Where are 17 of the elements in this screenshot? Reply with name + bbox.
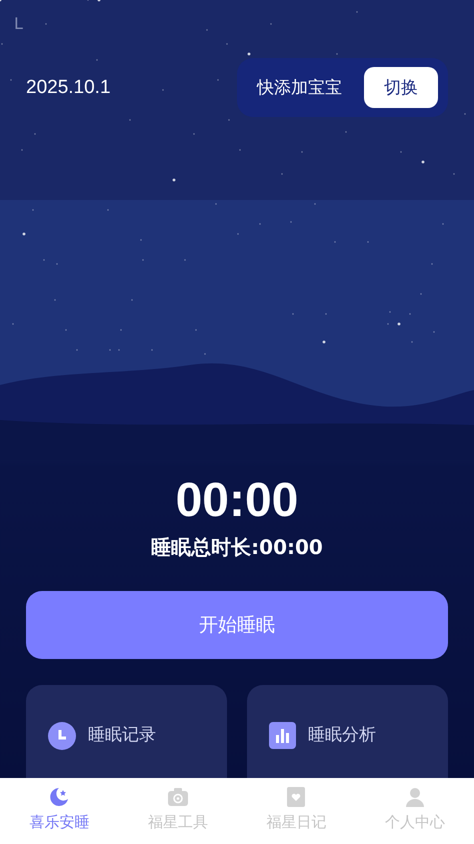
card-label: 睡眠分析 bbox=[308, 724, 376, 747]
clock-icon bbox=[48, 722, 76, 750]
nav-tab[interactable]: 喜乐安睡 bbox=[0, 778, 118, 844]
start-sleep-button[interactable]: 开始睡眠 bbox=[26, 590, 448, 659]
moon-icon bbox=[48, 786, 70, 808]
camera-icon bbox=[166, 786, 189, 808]
bar-chart-icon bbox=[269, 722, 296, 749]
total-duration: 睡眠总时长:00:00 bbox=[150, 534, 324, 561]
card-label: 睡眠记录 bbox=[88, 724, 156, 747]
feature-card[interactable]: 睡眠分析 bbox=[247, 684, 448, 778]
date-text: 2025.10.1 bbox=[26, 76, 111, 98]
baby-label: 快添加宝宝 bbox=[257, 77, 342, 99]
timer-display: 00:00 bbox=[174, 475, 300, 528]
feature-card[interactable]: 睡眠记录 bbox=[26, 684, 227, 778]
switch-button[interactable]: 切换 bbox=[364, 67, 438, 108]
person-icon bbox=[404, 786, 426, 808]
status-text: L bbox=[13, 13, 24, 35]
